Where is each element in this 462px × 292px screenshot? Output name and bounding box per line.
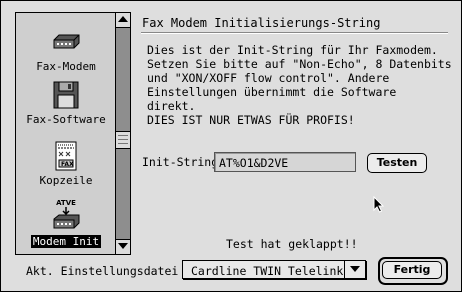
sidebar-item-label: Modem Init [30, 235, 102, 248]
settings-file-value: Cardline TWIN Telelink [191, 264, 344, 278]
floppy-disk-icon [53, 81, 79, 109]
settings-file-dropdown[interactable]: Cardline TWIN Telelink [182, 260, 366, 279]
description-line: direkt. [147, 99, 196, 113]
dialog-window: Fax-Modem Fax-Software FAX Kopzeile ATVE… [0, 0, 462, 292]
sidebar-item-label: Fax-Modem [36, 60, 96, 73]
panel-title: Fax Modem Initialisierungs-String [142, 16, 381, 30]
sidebar-scrollbar[interactable] [115, 12, 131, 255]
description-line: DIES IST NUR ETWAS FÜR PROFIS! [147, 113, 355, 127]
description-line: und "XON/XOFF flow control". Andere [147, 71, 390, 85]
description-text: Dies ist der Init-String für Ihr Faxmode… [147, 43, 452, 127]
sidebar-item-kopzeile[interactable]: FAX Kopzeile [16, 140, 116, 187]
sidebar-item-label: Fax-Software [26, 113, 106, 126]
init-string-field[interactable]: AT%O1&D2VE [214, 152, 356, 172]
modem-init-icon-caption: ATVE [56, 199, 76, 207]
svg-text:FAX: FAX [61, 161, 74, 168]
modem-icon [53, 34, 80, 49]
description-line: Dies ist der Init-String für Ihr Faxmode… [147, 43, 438, 57]
status-message: Test hat geklappt!! [226, 237, 358, 251]
scroll-down-button[interactable] [116, 239, 130, 254]
sidebar: Fax-Modem Fax-Software FAX Kopzeile ATVE… [15, 12, 116, 255]
modem-init-icon [53, 207, 80, 229]
chevron-down-icon [350, 266, 360, 272]
sidebar-item-modem-init[interactable]: ATVE Modem Init [16, 199, 116, 248]
sidebar-item-label: Kopzeile [39, 174, 93, 187]
divider [141, 32, 448, 34]
done-button[interactable]: Fertig [382, 261, 442, 279]
arrow-up-icon [118, 16, 128, 22]
scroll-up-button[interactable] [116, 13, 130, 28]
arrow-down-icon [118, 243, 128, 249]
scroll-thumb[interactable] [116, 131, 130, 149]
fax-header-icon: FAX [55, 141, 77, 171]
description-line: Setzen Sie bitte auf "Non-Echo", 8 Daten… [147, 57, 452, 71]
sidebar-item-fax-modem[interactable]: Fax-Modem [16, 26, 116, 73]
sidebar-item-fax-software[interactable]: Fax-Software [16, 79, 116, 126]
dropdown-arrow[interactable] [344, 261, 365, 278]
test-button[interactable]: Testen [367, 153, 427, 173]
mouse-cursor-icon [373, 196, 385, 213]
settings-file-label: Akt. Einstellungsdatei : [26, 264, 193, 278]
init-string-label: Init-String [142, 155, 219, 169]
description-line: Einstellungen übernimmt die Software [147, 85, 397, 99]
